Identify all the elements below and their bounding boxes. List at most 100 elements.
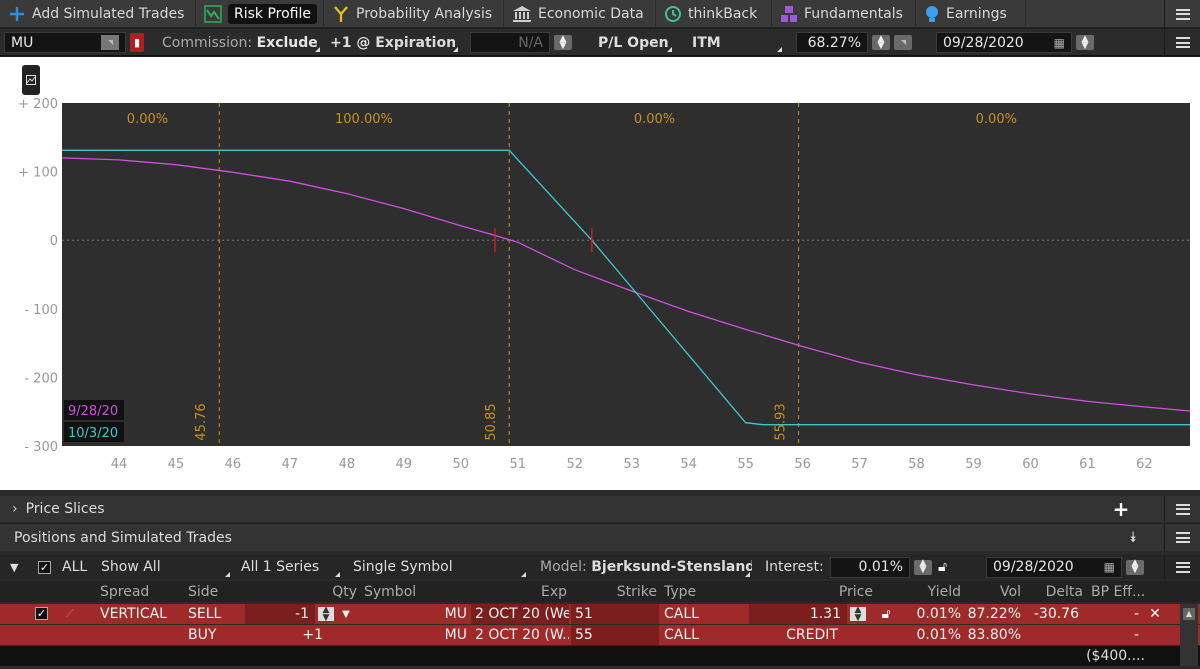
collapse-chevron-icon[interactable]: ▼ [10, 561, 18, 574]
toolbar-menu-button[interactable] [1164, 555, 1200, 579]
column-header-bp-effect[interactable]: BP Eff... [1087, 581, 1147, 602]
column-header-spread[interactable]: Spread [97, 581, 183, 602]
positions-date-picker[interactable]: 09/28/2020 ▦ ▲ ▼ [986, 555, 1162, 579]
show-all-selector[interactable]: Show All [96, 555, 232, 579]
stepper-icon[interactable]: ▲ ▼ [1126, 559, 1144, 575]
column-header-side[interactable]: Side [185, 581, 243, 602]
series-value: All 1 Series [241, 559, 320, 575]
model-label: Model: [540, 559, 587, 575]
y-tick-label: - 200 [24, 371, 58, 386]
tab-earnings[interactable]: Earnings [916, 0, 1026, 28]
tabs-menu-button[interactable] [1164, 0, 1200, 28]
column-header-type[interactable]: Type [661, 581, 747, 602]
expiration-selector[interactable]: +1 @ Expiration [330, 31, 460, 54]
tab-label: Economic Data [538, 6, 644, 22]
column-header-qty[interactable]: Qty [245, 581, 359, 602]
price-slices-title: Price Slices [25, 501, 105, 517]
probability-dropdown-icon[interactable] [894, 35, 912, 50]
column-header-yield[interactable]: Yield [903, 581, 963, 602]
dropdown-corner-icon [225, 572, 230, 577]
stepper-icon[interactable]: ▲ ▼ [914, 559, 932, 575]
stepper-icon[interactable]: ▲ ▼ [872, 34, 890, 50]
scroll-up-icon[interactable]: ▲ [1183, 608, 1195, 620]
positions-title: Positions and Simulated Trades [14, 529, 232, 546]
tab-label: thinkBack [688, 6, 758, 22]
qty-stepper-icon[interactable]: ▲ ▼ [318, 607, 334, 621]
bp-effect-cell: - [1133, 606, 1139, 622]
plot-background [62, 103, 1190, 446]
tab-probability-analysis[interactable]: Probability Analysis [324, 0, 504, 28]
lock-icon[interactable]: 🔓︎ [938, 559, 947, 575]
y-tick-label: + 100 [18, 166, 58, 181]
single-symbol-selector[interactable]: Single Symbol [348, 555, 528, 579]
x-tick-label: 56 [794, 457, 811, 472]
positions-header[interactable]: Positions and Simulated Trades ⯯ [0, 523, 1200, 551]
column-header-delta[interactable]: Delta [1025, 581, 1085, 602]
date-picker[interactable]: 09/28/2020 ▦ ▲ ▼ [936, 31, 1102, 54]
spread-cell[interactable]: VERTICAL [97, 604, 183, 624]
show-all-value: Show All [101, 559, 161, 575]
price-slices-menu-button[interactable] [1164, 496, 1200, 522]
risk-profile-chart[interactable]: + 200 + 100 0 - 100 - 200 - 300 44 45 46 47 48 49 50… [0, 57, 1200, 490]
itm-selector[interactable]: ITM [684, 31, 784, 54]
column-header-price[interactable]: Price [749, 581, 875, 602]
symbol-selector[interactable]: MU [4, 31, 126, 54]
controls-menu-button[interactable] [1164, 29, 1200, 56]
all-label: ALL [62, 559, 88, 575]
model-selector[interactable]: Model: Bjerksund-Stensland [540, 555, 752, 579]
pl-mode-selector[interactable]: P/L Open [590, 31, 674, 54]
symbol-dropdown-icon[interactable] [101, 35, 119, 50]
series-selector[interactable]: All 1 Series [236, 555, 342, 579]
exp-cell[interactable]: 2 OCT 20 (We... [471, 604, 569, 624]
na-stepper[interactable]: N/A ▲ ▼ [470, 31, 576, 54]
risk-profile-chart-area: + 200 + 100 0 - 100 - 200 - 300 44 45 46 47 48 49 50… [0, 57, 1200, 490]
column-header-strike[interactable]: Strike [571, 581, 659, 602]
qty-dropdown-icon[interactable]: ▼ [340, 604, 352, 624]
select-all-checkbox[interactable]: ✓ [38, 560, 51, 574]
remove-position-icon[interactable]: ✕ [1145, 604, 1165, 624]
tab-risk-profile[interactable]: Risk Profile [196, 0, 324, 28]
tab-label: Earnings [946, 6, 1007, 22]
interest-stepper[interactable]: 0.01% ▲ ▼ 🔓︎ [830, 555, 962, 579]
price-slices-header[interactable]: › Price Slices + [0, 496, 1200, 522]
symbol-link-icon[interactable]: ▮ [130, 33, 144, 52]
price-cell[interactable]: 1.31 [749, 604, 847, 624]
stepper-icon[interactable]: ▲ ▼ [1076, 34, 1094, 50]
type-cell[interactable]: CALL [661, 604, 747, 624]
position-row[interactable]: ✓ ⟋ VERTICAL SELL -1 ▲ ▼ ▼ MU 2 OCT 20 (W… [0, 604, 1200, 624]
row-checkbox[interactable]: ✓ [35, 607, 48, 620]
side-cell[interactable]: SELL [185, 604, 243, 624]
column-header-symbol[interactable]: Symbol [361, 581, 469, 602]
stepper-icon[interactable]: ▲ ▼ [554, 34, 572, 50]
commission-selector[interactable]: Commission: Exclude [162, 31, 322, 54]
x-tick-label: 48 [339, 457, 356, 472]
strike-cell[interactable]: 51 [571, 604, 659, 624]
collapse-icon[interactable]: ⯯ [1122, 524, 1144, 552]
zone-probability-label: 100.00% [335, 112, 393, 127]
qty-cell[interactable]: -1 [245, 604, 315, 624]
price-stepper-icon[interactable]: ▲ ▼ [850, 607, 866, 621]
column-header-vol[interactable]: Vol [965, 581, 1023, 602]
tab-add-simulated-trades[interactable]: Add Simulated Trades [0, 0, 196, 28]
tab-thinkback[interactable]: thinkBack [656, 0, 772, 28]
risk-profile-icon [204, 5, 222, 23]
positions-date-value: 09/28/2020 [993, 559, 1074, 575]
tab-bar: Add Simulated Trades Risk Profile Probab… [0, 0, 1200, 28]
positions-menu-button[interactable] [1164, 524, 1200, 551]
x-tick-label: 55 [737, 457, 754, 472]
column-header-exp[interactable]: Exp [471, 581, 569, 602]
expand-chevron-icon[interactable]: › [12, 501, 18, 517]
calendar-icon[interactable]: ▦ [1054, 36, 1065, 50]
add-price-slice-button[interactable]: + [1110, 496, 1132, 522]
lightbulb-icon [926, 6, 938, 22]
strike-cell[interactable]: 55 [571, 625, 659, 645]
tab-economic-data[interactable]: Economic Data [504, 0, 656, 28]
probability-stepper[interactable]: 68.27% ▲ ▼ [796, 31, 916, 54]
position-row[interactable]: BUY +1 MU 2 OCT 20 (W... 55 CALL CREDIT … [0, 625, 1200, 645]
positions-scrollbar[interactable]: ▲ [1180, 604, 1198, 666]
tab-fundamentals[interactable]: Fundamentals [772, 0, 916, 28]
risk-profile-controls: MU ▮ Commission: Exclude +1 @ Expiration… [0, 29, 1200, 56]
commission-label: Commission: [162, 34, 253, 51]
price-lock-icon[interactable]: 🔓︎ [876, 604, 896, 624]
calendar-icon[interactable]: ▦ [1104, 560, 1115, 574]
